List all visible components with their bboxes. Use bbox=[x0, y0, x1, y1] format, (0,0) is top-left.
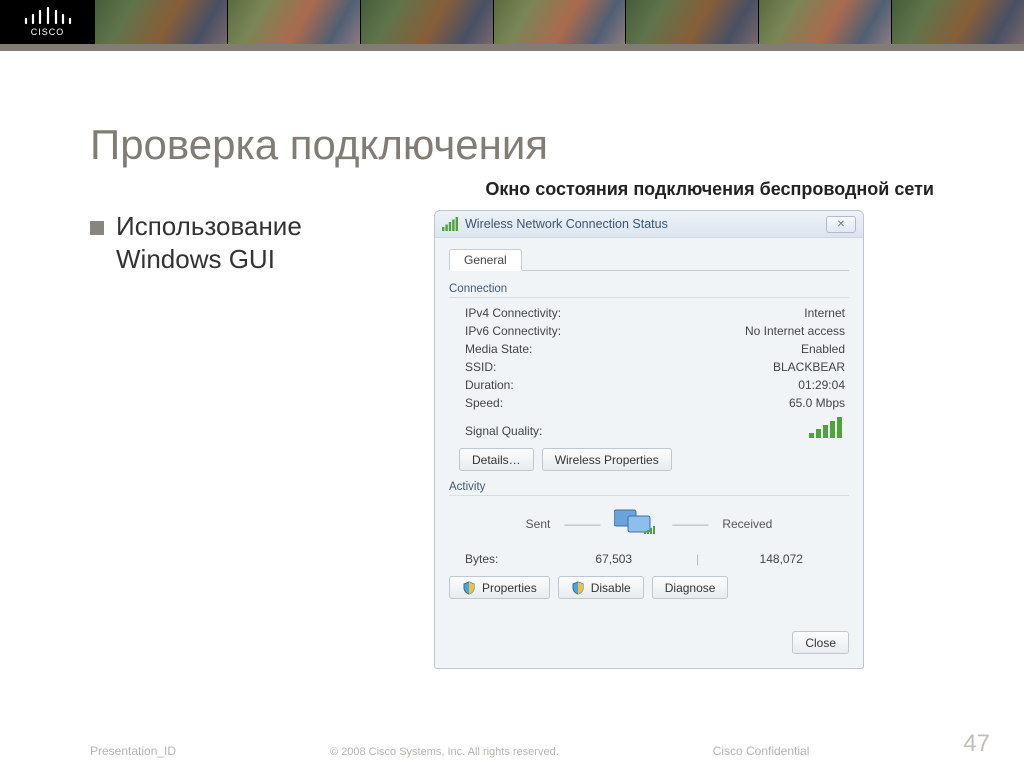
ipv6-value: No Internet access bbox=[745, 324, 845, 338]
ssid-label: SSID: bbox=[465, 360, 496, 374]
monitors-icon bbox=[614, 506, 658, 542]
bullet-item: Использование Windows GUI bbox=[90, 210, 410, 275]
status-dialog: Wireless Network Connection Status ✕ Gen… bbox=[434, 210, 864, 669]
footer-copyright: © 2008 Cisco Systems, Inc. All rights re… bbox=[330, 746, 559, 758]
left-column: Использование Windows GUI bbox=[90, 210, 410, 669]
speed-label: Speed: bbox=[465, 396, 503, 410]
tab-strip: General bbox=[449, 248, 849, 271]
close-dialog-button[interactable]: Close bbox=[792, 631, 849, 654]
ipv6-label: IPv6 Connectivity: bbox=[465, 324, 561, 338]
ipv4-label: IPv4 Connectivity: bbox=[465, 306, 561, 320]
bytes-label: Bytes: bbox=[465, 552, 550, 566]
wifi-bars-icon bbox=[442, 217, 458, 231]
slide-footer: Presentation_ID © 2008 Cisco Systems, In… bbox=[0, 730, 1024, 758]
ipv4-value: Internet bbox=[804, 306, 845, 320]
top-banner: CISCO bbox=[0, 0, 1024, 44]
section-activity: Activity bbox=[449, 481, 849, 496]
activity-diagram: Sent ——— ——— Received bbox=[449, 506, 849, 542]
banner-separator bbox=[0, 44, 1024, 51]
right-column: Wireless Network Connection Status ✕ Gen… bbox=[434, 210, 864, 669]
dialog-titlebar[interactable]: Wireless Network Connection Status ✕ bbox=[435, 211, 863, 238]
wireless-properties-button[interactable]: Wireless Properties bbox=[542, 448, 672, 471]
signal-bars-icon bbox=[809, 416, 843, 438]
received-label: Received bbox=[722, 517, 772, 531]
shield-icon bbox=[462, 581, 476, 595]
cisco-logo: CISCO bbox=[0, 0, 95, 44]
signal-label: Signal Quality: bbox=[465, 424, 542, 438]
slide-subtitle: Окно состояния подключения беспроводной … bbox=[90, 179, 934, 200]
banner-photos bbox=[95, 0, 1024, 44]
details-button[interactable]: Details… bbox=[459, 448, 534, 471]
bullet-icon bbox=[90, 221, 104, 235]
duration-value: 01:29:04 bbox=[798, 378, 845, 392]
media-label: Media State: bbox=[465, 342, 532, 356]
ssid-value: BLACKBEAR bbox=[773, 360, 845, 374]
diagnose-button[interactable]: Diagnose bbox=[652, 576, 729, 599]
shield-icon bbox=[571, 581, 585, 595]
bytes-sent: 67,503 bbox=[550, 552, 678, 566]
page-number: 47 bbox=[963, 730, 990, 758]
close-icon: ✕ bbox=[837, 219, 845, 230]
dialog-title: Wireless Network Connection Status bbox=[465, 217, 668, 231]
duration-label: Duration: bbox=[465, 378, 514, 392]
section-connection: Connection bbox=[449, 283, 849, 298]
cisco-bridge-icon bbox=[23, 7, 73, 25]
sent-label: Sent bbox=[526, 517, 551, 531]
disable-button[interactable]: Disable bbox=[558, 576, 644, 599]
brand-text: CISCO bbox=[31, 27, 65, 37]
tab-general[interactable]: General bbox=[449, 249, 522, 271]
close-button[interactable]: ✕ bbox=[826, 216, 856, 233]
bytes-received: 148,072 bbox=[718, 552, 846, 566]
footer-left: Presentation_ID bbox=[90, 744, 176, 758]
slide-body: Проверка подключения Окно состояния подк… bbox=[0, 51, 1024, 768]
bullet-text: Использование Windows GUI bbox=[116, 210, 410, 275]
speed-value: 65.0 Mbps bbox=[789, 396, 845, 410]
properties-button[interactable]: Properties bbox=[449, 576, 550, 599]
slide-title: Проверка подключения bbox=[90, 121, 944, 169]
footer-confidential: Cisco Confidential bbox=[713, 744, 810, 758]
media-value: Enabled bbox=[801, 342, 845, 356]
